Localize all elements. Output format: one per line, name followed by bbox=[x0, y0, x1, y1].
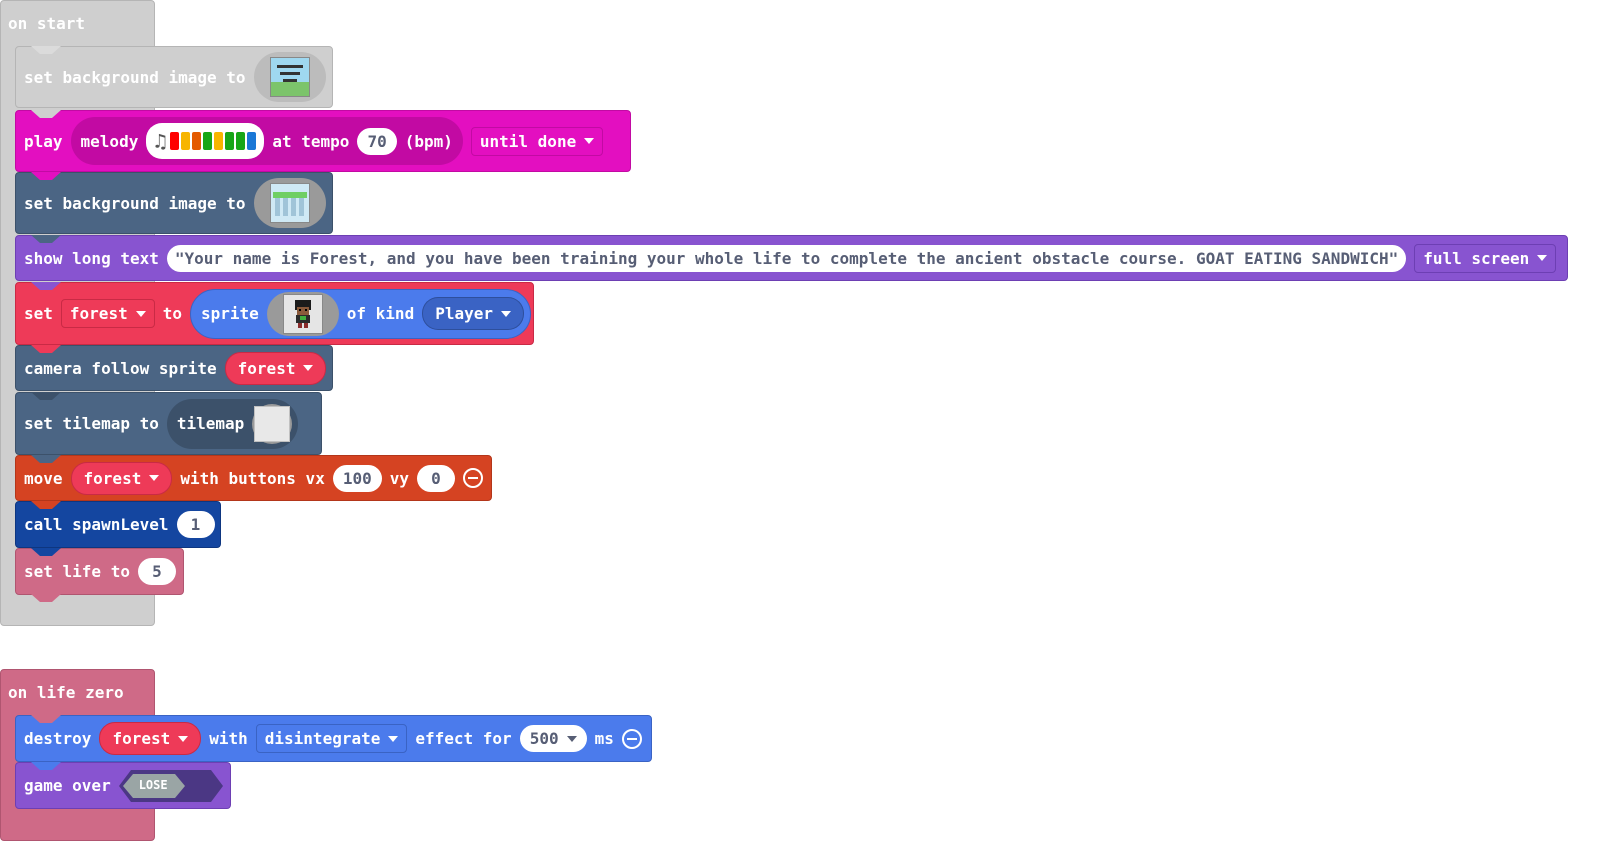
melody-note bbox=[247, 132, 257, 150]
melody-editor[interactable]: ♫ bbox=[146, 123, 265, 159]
set-label: set bbox=[24, 304, 53, 323]
music-note-icon: ♫ bbox=[154, 129, 167, 153]
tempo-input[interactable]: 70 bbox=[357, 127, 397, 155]
variable-value: forest bbox=[69, 304, 128, 323]
text-position-dropdown[interactable]: full screen bbox=[1414, 243, 1557, 273]
duration-value: 500 bbox=[529, 729, 559, 748]
set-life-block[interactable]: set life to 5 bbox=[15, 548, 184, 602]
to-label: to bbox=[162, 304, 182, 323]
chevron-down-icon bbox=[303, 365, 314, 371]
of-kind-label: of kind bbox=[346, 304, 415, 323]
bpm-label: (bpm) bbox=[404, 131, 453, 151]
sprite-kind-value: Player bbox=[435, 304, 493, 323]
destroy-label: destroy bbox=[24, 729, 92, 748]
chevron-down-icon bbox=[135, 310, 146, 317]
melody-note bbox=[214, 132, 224, 150]
tilemap-image-icon[interactable] bbox=[252, 403, 293, 444]
chevron-down-icon bbox=[149, 475, 160, 481]
move-variable-dropdown[interactable]: forest bbox=[70, 461, 173, 495]
vy-label: vy bbox=[389, 468, 409, 488]
effect-dropdown[interactable]: disintegrate bbox=[255, 724, 408, 753]
chevron-down-icon bbox=[584, 138, 595, 144]
melody-notes bbox=[170, 132, 257, 150]
destroy-variable-dropdown[interactable]: forest bbox=[99, 722, 202, 755]
vx-input[interactable]: 100 bbox=[332, 464, 382, 492]
set-background-image-label: set background image to bbox=[24, 67, 246, 87]
melody-note bbox=[236, 132, 246, 150]
play-mode-dropdown[interactable]: until done bbox=[470, 126, 604, 156]
on-life-zero-label: on life zero bbox=[8, 683, 124, 702]
tempo-label: at tempo bbox=[272, 131, 350, 151]
function-arg-input[interactable]: 1 bbox=[176, 511, 215, 538]
call-function-label: call spawnLevel bbox=[24, 515, 169, 534]
set-sprite-variable-block[interactable]: set forest to sprite of kind Player bbox=[15, 282, 534, 345]
destroy-variable-value: forest bbox=[112, 729, 171, 748]
melody-label: melody bbox=[80, 131, 139, 151]
camera-variable-value: forest bbox=[237, 358, 296, 378]
chevron-down-icon bbox=[566, 735, 577, 742]
melody-note bbox=[192, 132, 202, 150]
play-mode-value: until done bbox=[479, 131, 577, 151]
title-card-image-icon bbox=[269, 57, 310, 97]
variable-dropdown[interactable]: forest bbox=[60, 299, 155, 328]
outcome-value: LOSE bbox=[138, 777, 168, 792]
outcome-toggle[interactable]: LOSE bbox=[118, 769, 223, 802]
set-tilemap-label: set tilemap to bbox=[24, 414, 159, 433]
set-background-image-block-2[interactable]: set background image to bbox=[15, 172, 333, 234]
destroy-sprite-block[interactable]: destroy forest with disintegrate effect … bbox=[15, 715, 652, 762]
sprite-kind-dropdown[interactable]: Player bbox=[422, 297, 524, 330]
with-buttons-label: with buttons vx bbox=[180, 468, 325, 488]
show-long-text-label: show long text bbox=[24, 248, 159, 268]
set-background-image-label-2: set background image to bbox=[24, 193, 246, 213]
camera-follow-sprite-block[interactable]: camera follow sprite forest bbox=[15, 345, 333, 391]
camera-follow-label: camera follow sprite bbox=[24, 358, 217, 378]
set-life-label: set life to bbox=[24, 562, 130, 581]
platform-image-icon bbox=[269, 183, 310, 223]
ms-label: ms bbox=[594, 729, 614, 748]
set-background-image-block[interactable]: set background image to bbox=[15, 46, 333, 108]
vy-input[interactable]: 0 bbox=[417, 464, 455, 492]
move-variable-value: forest bbox=[83, 468, 142, 488]
melody-reporter[interactable]: melody ♫ at tempo 70 (bpm) bbox=[70, 117, 463, 165]
melody-note bbox=[181, 132, 191, 150]
effect-value: disintegrate bbox=[264, 729, 381, 748]
tilemap-label: tilemap bbox=[176, 414, 245, 433]
tilemap-reporter[interactable]: tilemap bbox=[166, 398, 299, 449]
long-text-input[interactable]: " Your name is Forest, and you have been … bbox=[166, 244, 1407, 272]
call-function-block[interactable]: call spawnLevel 1 bbox=[15, 501, 221, 548]
move-with-buttons-block[interactable]: move forest with buttons vx 100 vy 0 bbox=[15, 455, 492, 501]
melody-note bbox=[203, 132, 213, 150]
forest-character-icon bbox=[282, 293, 323, 334]
chevron-down-icon bbox=[501, 310, 511, 317]
set-tilemap-block[interactable]: set tilemap to tilemap bbox=[15, 392, 322, 455]
melody-note bbox=[170, 132, 180, 150]
move-label: move bbox=[24, 468, 63, 488]
game-over-label: game over bbox=[24, 776, 111, 795]
play-label: play bbox=[24, 131, 63, 151]
background-image-picker[interactable] bbox=[253, 52, 326, 102]
background-image-picker-2[interactable] bbox=[253, 178, 326, 228]
chevron-down-icon bbox=[388, 735, 399, 742]
create-sprite-reporter[interactable]: sprite of kind Player bbox=[189, 288, 531, 339]
collapse-params-icon[interactable] bbox=[621, 728, 642, 749]
life-value-input[interactable]: 5 bbox=[137, 558, 176, 585]
long-text-value: Your name is Forest, and you have been t… bbox=[184, 248, 1389, 268]
camera-variable-dropdown[interactable]: forest bbox=[224, 351, 327, 385]
on-start-label: on start bbox=[8, 14, 86, 33]
text-position-value: full screen bbox=[1423, 248, 1530, 268]
effect-for-label: effect for bbox=[415, 729, 512, 748]
with-label: with bbox=[209, 729, 248, 748]
game-over-block[interactable]: game over LOSE bbox=[15, 762, 231, 809]
chevron-down-icon bbox=[178, 735, 189, 742]
sprite-image-picker[interactable] bbox=[266, 291, 339, 336]
chevron-down-icon bbox=[1537, 255, 1548, 261]
play-melody-block[interactable]: play melody ♫ at tempo 70 (bpm) until do… bbox=[15, 110, 631, 172]
melody-note bbox=[225, 132, 235, 150]
sprite-label: sprite bbox=[200, 304, 259, 323]
collapse-params-icon[interactable] bbox=[463, 468, 483, 488]
show-long-text-block[interactable]: show long text " Your name is Forest, and… bbox=[15, 235, 1568, 281]
duration-dropdown[interactable]: 500 bbox=[519, 725, 587, 752]
